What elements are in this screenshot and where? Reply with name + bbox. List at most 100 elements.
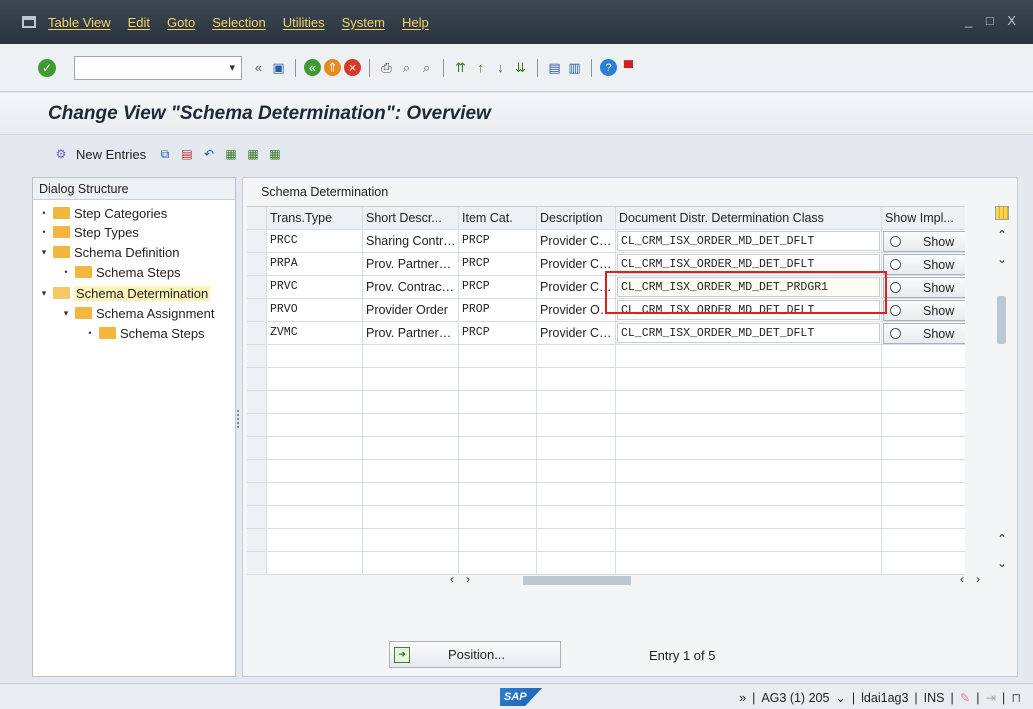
row-selector[interactable] xyxy=(247,483,267,505)
command-field[interactable]: ▾ xyxy=(74,55,242,80)
first-page-icon[interactable]: ⇈ xyxy=(452,59,469,76)
column-header[interactable]: Trans.Type xyxy=(267,207,363,229)
row-selector[interactable] xyxy=(247,230,267,252)
scroll-up-icon[interactable]: ⌃ xyxy=(993,228,1011,242)
prev-page-icon[interactable]: ↑ xyxy=(472,59,489,76)
menu-edit[interactable]: Edit xyxy=(128,15,150,30)
column-header[interactable]: Description xyxy=(537,207,616,229)
row-selector[interactable] xyxy=(247,529,267,551)
tree-expand-icon[interactable]: ▾ xyxy=(39,288,49,299)
class-input[interactable]: CL_CRM_ISX_ORDER_MD_DET_PRDGR1 xyxy=(617,277,880,297)
tree-node-schema-determination[interactable]: ▾ Schema Determination xyxy=(39,283,211,303)
row-selector[interactable] xyxy=(247,460,267,482)
next-page-icon[interactable]: ↓ xyxy=(492,59,509,76)
display-change-icon[interactable]: ⚙ xyxy=(54,147,68,161)
column-config-icon[interactable] xyxy=(995,206,1009,220)
column-header[interactable]: Show Impl... xyxy=(882,207,965,229)
column-header[interactable]: Document Distr. Determination Class xyxy=(616,207,882,229)
layout-icon[interactable]: ▀ xyxy=(620,59,637,76)
tree-node-schema-steps[interactable]: • Schema Steps xyxy=(61,262,180,282)
vertical-scrollbar[interactable]: ⌃ ⌄ ⌃ ⌄ xyxy=(993,206,1011,586)
menu-system[interactable]: System xyxy=(342,15,385,30)
check-icon[interactable]: ✓ xyxy=(38,58,56,77)
chevron-down-icon[interactable]: ▾ xyxy=(229,61,235,74)
back-icon[interactable]: « xyxy=(304,59,321,76)
new-entries-button[interactable]: New Entries xyxy=(76,147,146,162)
empty-cell xyxy=(616,483,882,505)
system-field[interactable]: AG3 (1) 205 xyxy=(761,691,829,705)
row-selector[interactable] xyxy=(247,368,267,390)
menu-utilities[interactable]: Utilities xyxy=(283,15,325,30)
deselect-all-icon[interactable]: ▦ xyxy=(268,147,282,161)
position-button[interactable]: ➜ Position... xyxy=(389,641,561,668)
menu-selection[interactable]: Selection xyxy=(212,15,265,30)
scroll-down-icon[interactable]: ⌄ xyxy=(993,252,1011,266)
show-button[interactable]: Show xyxy=(883,277,965,298)
scroll-up-icon[interactable]: ⌃ xyxy=(993,532,1011,546)
scroll-down-icon[interactable]: ⌄ xyxy=(993,556,1011,570)
tree-node-step-types[interactable]: • Step Types xyxy=(39,222,138,242)
row-selector[interactable] xyxy=(247,322,267,344)
row-selector[interactable] xyxy=(247,414,267,436)
tree-node-schema-assignment[interactable]: ▾ Schema Assignment xyxy=(61,303,215,323)
expand-status-icon[interactable]: » xyxy=(739,691,746,705)
column-header[interactable]: Short Descr... xyxy=(363,207,459,229)
tree-expand-icon[interactable]: ▾ xyxy=(61,308,71,319)
class-input[interactable]: CL_CRM_ISX_ORDER_MD_DET_DFLT xyxy=(617,254,880,274)
new-session-icon[interactable]: ▤ xyxy=(546,59,563,76)
exit-icon[interactable]: ⇑ xyxy=(324,59,341,76)
column-header[interactable]: Item Cat. xyxy=(459,207,537,229)
show-label: Show xyxy=(923,234,955,249)
row-selector[interactable] xyxy=(247,299,267,321)
show-button[interactable]: Show xyxy=(883,254,965,275)
print-icon[interactable]: ⎙ xyxy=(378,59,395,76)
save-icon[interactable]: ▣ xyxy=(270,59,287,76)
tree-node-schema-definition[interactable]: ▾ Schema Definition xyxy=(39,242,180,262)
delete-icon[interactable]: ▤ xyxy=(180,147,194,161)
class-input[interactable]: CL_CRM_ISX_ORDER_MD_DET_DFLT xyxy=(617,231,880,251)
help-icon[interactable]: ? xyxy=(600,59,617,76)
show-button[interactable]: Show xyxy=(883,300,965,321)
history-icon[interactable]: « xyxy=(250,59,267,76)
undo-icon[interactable]: ↶ xyxy=(202,147,216,161)
tree-node-schema-steps-sub[interactable]: • Schema Steps xyxy=(85,323,204,343)
find-next-icon[interactable]: ⌕ xyxy=(418,59,435,76)
window-controls[interactable]: _ □ X xyxy=(965,13,1021,28)
sap-logo: SAP xyxy=(500,688,542,706)
tree-leaf-bullet: • xyxy=(64,267,68,277)
show-label: Show xyxy=(923,257,955,272)
horizontal-scroll-thumb[interactable] xyxy=(523,576,631,585)
row-selector[interactable] xyxy=(247,276,267,298)
menu-goto[interactable]: Goto xyxy=(167,15,195,30)
class-input[interactable]: CL_CRM_ISX_ORDER_MD_DET_DFLT xyxy=(617,300,880,320)
tree-node-step-categories[interactable]: • Step Categories xyxy=(39,203,167,223)
table-title: Schema Determination xyxy=(261,185,389,199)
find-icon[interactable]: ⌕ xyxy=(398,59,415,76)
menu-help[interactable]: Help xyxy=(402,15,429,30)
system-menu-icon[interactable] xyxy=(22,16,36,28)
select-block-icon[interactable]: ▦ xyxy=(246,147,260,161)
cancel-icon[interactable]: × xyxy=(344,59,361,76)
row-selector[interactable] xyxy=(247,345,267,367)
copy-icon[interactable]: ⧉ xyxy=(158,147,172,161)
show-button[interactable]: Show xyxy=(883,323,965,344)
menu-table-view[interactable]: Table View xyxy=(48,15,111,30)
horizontal-scrollbar[interactable]: ‹ › ‹ › xyxy=(263,571,980,589)
vertical-scroll-thumb[interactable] xyxy=(997,296,1006,344)
select-all-icon[interactable]: ▦ xyxy=(224,147,238,161)
class-input[interactable]: CL_CRM_ISX_ORDER_MD_DET_DFLT xyxy=(617,323,880,343)
select-all-cell[interactable] xyxy=(247,207,267,229)
scroll-right-icon[interactable]: › xyxy=(459,572,477,586)
splitter-grip-icon[interactable] xyxy=(237,410,239,428)
last-page-icon[interactable]: ⇊ xyxy=(512,59,529,76)
row-selector[interactable] xyxy=(247,391,267,413)
chevron-down-icon[interactable]: ⌄ xyxy=(835,690,845,705)
empty-table-row xyxy=(247,345,965,368)
row-selector[interactable] xyxy=(247,437,267,459)
show-button[interactable]: Show xyxy=(883,231,965,252)
row-selector[interactable] xyxy=(247,253,267,275)
shortcut-icon[interactable]: ▥ xyxy=(566,59,583,76)
tree-expand-icon[interactable]: ▾ xyxy=(39,247,49,258)
row-selector[interactable] xyxy=(247,506,267,528)
scroll-right-icon[interactable]: › xyxy=(969,572,987,586)
